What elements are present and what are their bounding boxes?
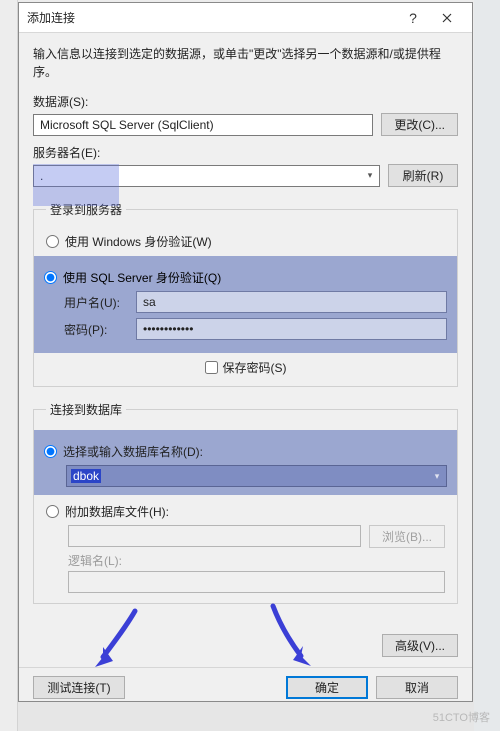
change-button[interactable]: 更改(C)...	[381, 113, 458, 136]
chevron-down-icon[interactable]: ▾	[361, 166, 379, 186]
chevron-down-icon[interactable]: ▾	[428, 466, 446, 486]
ok-button[interactable]: 确定	[286, 676, 368, 699]
password-label: 密码(P):	[64, 321, 130, 338]
auth-sql-label: 使用 SQL Server 身份验证(Q)	[63, 269, 221, 286]
db-group-legend: 连接到数据库	[46, 401, 126, 418]
username-input[interactable]	[136, 291, 447, 313]
close-icon	[442, 13, 452, 23]
help-button[interactable]: ?	[396, 7, 430, 29]
auth-windows-label: 使用 Windows 身份验证(W)	[65, 233, 212, 250]
save-password-row[interactable]: 保存密码(S)	[46, 359, 445, 376]
db-name-value: dbok	[71, 469, 101, 483]
select-db-panel: 选择或输入数据库名称(D): dbok ▾	[34, 430, 457, 495]
server-name-combo[interactable]: ▾	[33, 165, 380, 187]
auth-windows-radio[interactable]	[46, 235, 59, 248]
attach-db-radio[interactable]	[46, 505, 59, 518]
auth-sql-row[interactable]: 使用 SQL Server 身份验证(Q)	[44, 269, 447, 286]
auth-windows-row[interactable]: 使用 Windows 身份验证(W)	[46, 233, 445, 250]
data-source-field	[33, 114, 373, 136]
select-db-radio[interactable]	[44, 445, 57, 458]
dialog-add-connection: 添加连接 ? 输入信息以连接到选定的数据源，或单击"更改"选择另一个数据源和/或…	[18, 2, 473, 702]
logical-name-input	[68, 571, 445, 593]
close-button[interactable]	[430, 7, 464, 29]
save-password-label: 保存密码(S)	[223, 359, 287, 376]
db-name-combo[interactable]: dbok ▾	[66, 465, 447, 487]
db-group: 连接到数据库 选择或输入数据库名称(D): dbok ▾ 附加数据库文件(H):	[33, 401, 458, 604]
server-name-label: 服务器名(E):	[33, 144, 458, 161]
auth-sql-radio[interactable]	[44, 271, 57, 284]
server-name-input[interactable]	[33, 165, 380, 187]
watermark: 51CTO博客	[433, 709, 490, 725]
browse-button: 浏览(B)...	[369, 525, 445, 548]
login-group: 登录到服务器 使用 Windows 身份验证(W) 使用 SQL Server …	[33, 201, 458, 387]
test-connection-button[interactable]: 测试连接(T)	[33, 676, 125, 699]
cancel-button[interactable]: 取消	[376, 676, 458, 699]
advanced-button[interactable]: 高级(V)...	[382, 634, 458, 657]
password-input[interactable]	[136, 318, 447, 340]
refresh-button[interactable]: 刷新(R)	[388, 164, 458, 187]
select-db-row[interactable]: 选择或输入数据库名称(D):	[44, 443, 447, 460]
dialog-title: 添加连接	[27, 9, 396, 26]
auth-sql-panel: 使用 SQL Server 身份验证(Q) 用户名(U): 密码(P):	[34, 256, 457, 353]
username-label: 用户名(U):	[64, 294, 130, 311]
save-password-checkbox[interactable]	[205, 361, 218, 374]
login-group-legend: 登录到服务器	[46, 201, 126, 218]
logical-name-label: 逻辑名(L):	[68, 552, 122, 569]
attach-db-row[interactable]: 附加数据库文件(H):	[46, 503, 445, 520]
data-source-label: 数据源(S):	[33, 93, 458, 110]
titlebar: 添加连接 ?	[19, 3, 472, 33]
select-db-label: 选择或输入数据库名称(D):	[63, 443, 203, 460]
attach-db-label: 附加数据库文件(H):	[65, 503, 169, 520]
attach-file-input	[68, 525, 361, 547]
intro-text: 输入信息以连接到选定的数据源，或单击"更改"选择另一个数据源和/或提供程序。	[33, 45, 458, 81]
